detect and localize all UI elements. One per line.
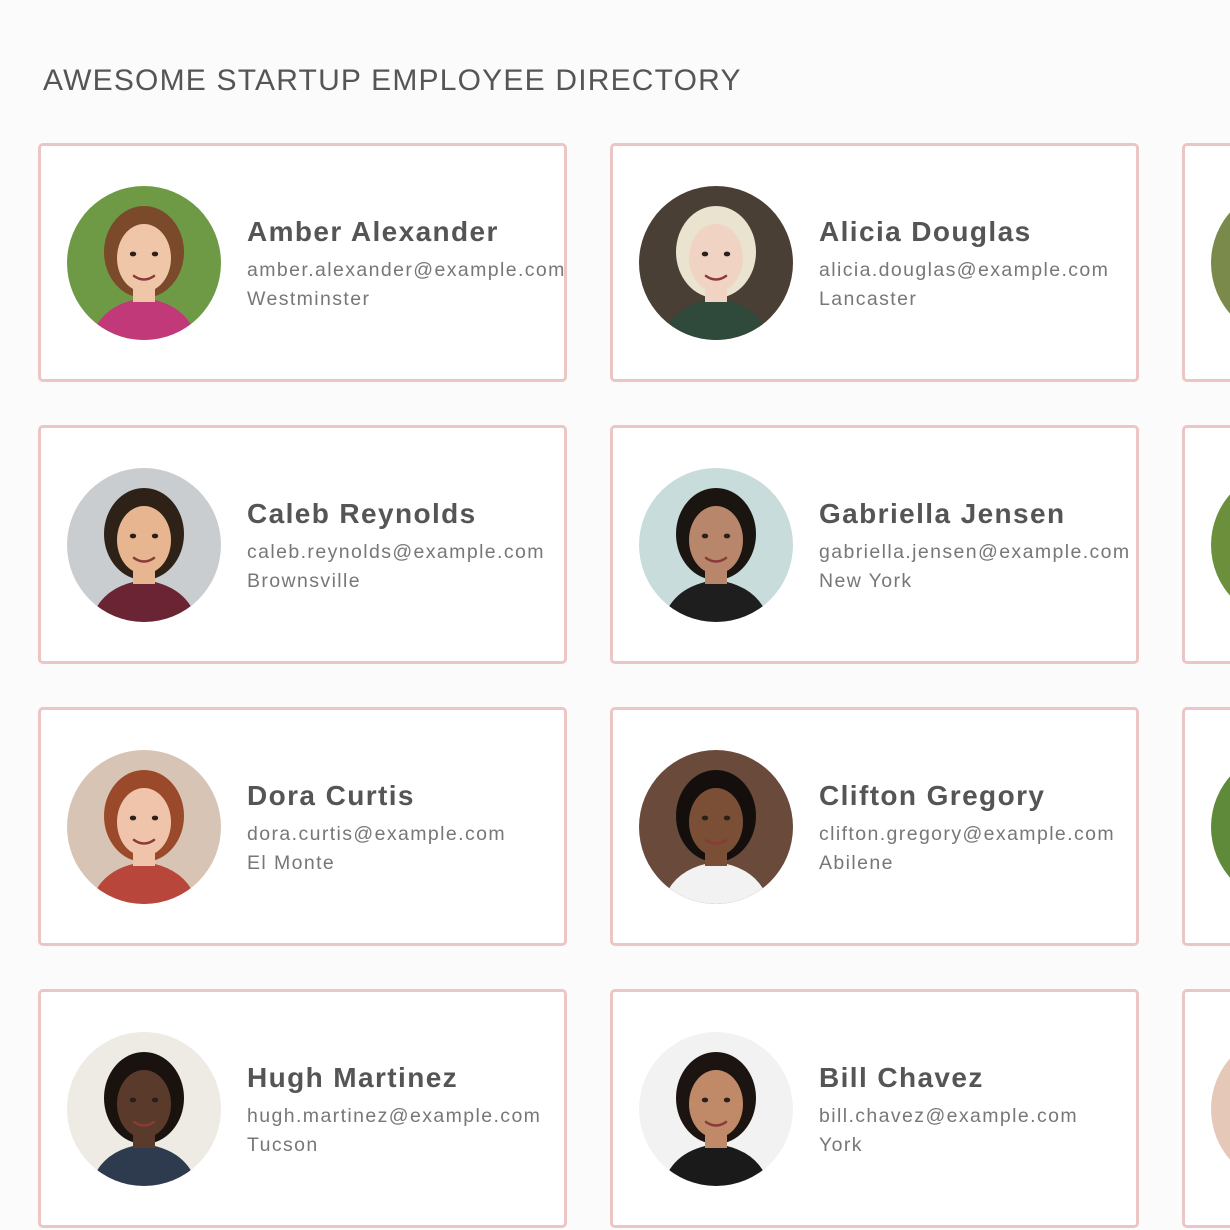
avatar	[1211, 186, 1230, 340]
employee-card[interactable]	[1182, 425, 1230, 664]
avatar	[639, 1032, 793, 1186]
employee-city: York	[819, 1134, 863, 1156]
employee-info: Amber Alexander amber.alexander@example.c…	[247, 216, 566, 314]
employee-name: Alicia Douglas	[819, 216, 1032, 247]
avatar	[639, 186, 793, 340]
employee-email: hugh.martinez@example.com	[247, 1105, 542, 1127]
employee-email: dora.curtis@example.com	[247, 823, 506, 845]
employee-info: Caleb Reynolds caleb.reynolds@example.com…	[247, 498, 545, 596]
employee-card[interactable]	[1182, 143, 1230, 382]
employee-card[interactable]: Alicia Douglas alicia.douglas@example.com…	[610, 143, 1139, 382]
employee-card[interactable]: Dora Curtis dora.curtis@example.com El Mon…	[38, 707, 567, 946]
employee-city: Westminster	[247, 288, 371, 310]
employee-name: Dora Curtis	[247, 780, 415, 811]
employee-city: Lancaster	[819, 288, 918, 310]
employee-city: Tucson	[247, 1134, 319, 1156]
avatar	[639, 750, 793, 904]
employee-info: Clifton Gregory clifton.gregory@example.c…	[819, 780, 1115, 878]
employee-city: Brownsville	[247, 570, 362, 592]
employee-card[interactable]: Caleb Reynolds caleb.reynolds@example.com…	[38, 425, 567, 664]
employee-email: amber.alexander@example.com	[247, 259, 566, 281]
avatar	[67, 468, 221, 622]
employee-email: gabriella.jensen@example.com	[819, 541, 1131, 563]
employee-card[interactable]	[1182, 707, 1230, 946]
employee-card[interactable]: Gabriella Jensen gabriella.jensen@example…	[610, 425, 1139, 664]
directory-page: AWESOME STARTUP EMPLOYEE DIRECTORY Amber…	[0, 0, 1230, 1230]
employee-name: Gabriella Jensen	[819, 498, 1066, 529]
employee-info: Dora Curtis dora.curtis@example.com El Mon…	[247, 780, 506, 878]
avatar	[1211, 468, 1230, 622]
employee-info: Hugh Martinez hugh.martinez@example.com Tu…	[247, 1062, 541, 1160]
avatar	[67, 1032, 221, 1186]
employee-email: caleb.reynolds@example.com	[247, 541, 545, 563]
employee-card[interactable]: Clifton Gregory clifton.gregory@example.c…	[610, 707, 1139, 946]
avatar	[67, 750, 221, 904]
employee-info: Bill Chavez bill.chavez@example.com York	[819, 1062, 1078, 1160]
employee-card[interactable]: Bill Chavez bill.chavez@example.com York	[610, 989, 1139, 1228]
avatar	[1211, 1032, 1230, 1186]
employee-info: Gabriella Jensen gabriella.jensen@example…	[819, 498, 1131, 596]
employee-city: Abilene	[819, 852, 894, 874]
employee-email: clifton.gregory@example.com	[819, 823, 1116, 845]
page-title: AWESOME STARTUP EMPLOYEE DIRECTORY	[43, 64, 742, 97]
employee-info: Alicia Douglas alicia.douglas@example.com…	[819, 216, 1109, 314]
employee-card[interactable]	[1182, 989, 1230, 1228]
employee-email: bill.chavez@example.com	[819, 1105, 1079, 1127]
employee-name: Amber Alexander	[247, 216, 499, 247]
avatar	[67, 186, 221, 340]
employee-card[interactable]: Hugh Martinez hugh.martinez@example.com Tu…	[38, 989, 567, 1228]
avatar	[639, 468, 793, 622]
avatar	[1211, 750, 1230, 904]
employee-name: Clifton Gregory	[819, 780, 1046, 811]
employee-name: Bill Chavez	[819, 1062, 984, 1093]
employee-grid: Amber Alexander amber.alexander@example.c…	[38, 143, 1230, 1228]
employee-name: Caleb Reynolds	[247, 498, 477, 529]
employee-card[interactable]: Amber Alexander amber.alexander@example.c…	[38, 143, 567, 382]
employee-city: New York	[819, 570, 913, 592]
employee-email: alicia.douglas@example.com	[819, 259, 1110, 281]
employee-city: El Monte	[247, 852, 336, 874]
employee-name: Hugh Martinez	[247, 1062, 459, 1093]
